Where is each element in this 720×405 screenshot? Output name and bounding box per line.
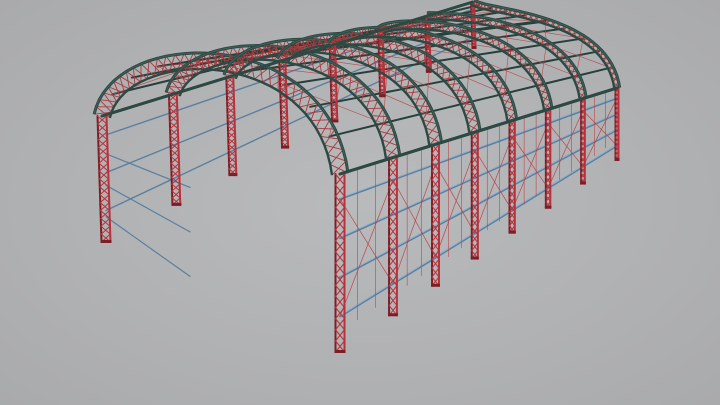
side-wall-rail <box>338 247 395 279</box>
far-wall-rail <box>175 120 234 145</box>
column-base-plate <box>431 283 440 287</box>
side-wall-rail-highlight <box>511 143 549 161</box>
far-wall-rail <box>105 110 178 136</box>
3d-viewport[interactable] <box>0 0 720 405</box>
side-wall-rail <box>338 282 395 318</box>
side-wall-rail-highlight <box>511 121 549 136</box>
column-truss <box>614 87 620 161</box>
column-truss <box>470 1 477 49</box>
wall-cross-brace <box>511 135 549 189</box>
arch-web <box>329 149 344 165</box>
side-wall-rail <box>434 148 476 166</box>
column-base-plate <box>544 205 552 209</box>
side-wall-rail <box>434 232 476 259</box>
wall-cross-brace <box>339 179 394 317</box>
side-wall-rail <box>473 184 514 207</box>
column-truss <box>96 115 112 243</box>
column-truss <box>334 173 346 353</box>
column-base-plate <box>171 202 182 206</box>
side-wall-rail-highlight <box>547 127 584 145</box>
roof-purlin <box>575 66 612 78</box>
side-wall-rail <box>391 256 437 285</box>
column-base-plate <box>379 94 386 98</box>
gable-rail <box>105 216 191 277</box>
side-wall-rail <box>546 146 585 168</box>
side-wall-rail-highlight <box>435 232 476 258</box>
far-wall-rail <box>175 149 234 178</box>
column-base-plate <box>508 230 516 234</box>
arch-web <box>370 115 389 118</box>
side-wall-rail <box>546 165 585 190</box>
column-base-plate <box>228 173 238 177</box>
wall-cross-brace <box>339 198 394 285</box>
side-wall-rail <box>473 209 514 235</box>
side-wall-rail-highlight <box>339 213 394 238</box>
side-wall-rail <box>391 194 437 216</box>
arch-web <box>315 127 336 130</box>
side-wall-rail-highlight <box>392 225 436 249</box>
side-wall-rail-highlight <box>435 148 476 164</box>
wall-cross-brace <box>547 122 584 167</box>
side-wall-rail <box>434 176 476 197</box>
column-truss <box>431 143 440 287</box>
column-base-plate <box>100 240 112 243</box>
side-wall-rail <box>473 135 514 151</box>
wall-cross-brace <box>474 149 513 211</box>
gable-rail <box>105 184 191 233</box>
column-base-plate <box>470 256 479 260</box>
column-base-plate <box>334 350 346 353</box>
side-wall-rail <box>546 128 585 146</box>
side-wall-rail-highlight <box>547 109 584 123</box>
column-base-plate <box>614 158 620 161</box>
side-wall-rail-highlight <box>511 186 549 210</box>
side-wall-rail-highlight <box>339 178 394 199</box>
column-truss <box>470 131 479 260</box>
column-truss <box>508 119 516 234</box>
side-wall-rail-highlight <box>392 162 436 180</box>
side-wall-rail-highlight <box>511 165 549 186</box>
wall-cross-brace <box>392 163 436 285</box>
far-wall-rail <box>232 125 286 152</box>
eave-beam <box>581 86 619 101</box>
far-wall-rail <box>232 99 286 122</box>
column-truss <box>388 156 398 317</box>
side-wall-rail <box>473 159 514 179</box>
eave-beam <box>546 97 585 111</box>
wall-cross-brace <box>435 149 476 258</box>
side-wall-rail <box>511 122 550 138</box>
side-wall-rail-highlight <box>474 135 513 150</box>
truss-hangar-model <box>92 0 622 353</box>
eave-beam <box>510 107 550 123</box>
far-wall-rail <box>175 90 234 112</box>
arch-web <box>383 135 396 150</box>
side-wall-rail-highlight <box>339 282 394 317</box>
column-base-plate <box>388 313 398 317</box>
side-wall-rail <box>511 165 550 187</box>
wall-cross-brace <box>474 135 513 234</box>
side-wall-rail <box>338 213 395 240</box>
column-truss <box>544 108 552 209</box>
arch-web <box>315 110 325 129</box>
side-wall-rail <box>391 163 437 181</box>
arch-web <box>447 83 462 86</box>
column-base-plate <box>471 46 477 49</box>
side-wall-rail-highlight <box>435 176 476 195</box>
side-wall-rail-highlight <box>392 256 436 284</box>
side-wall-rail-highlight <box>474 209 513 233</box>
arch-web <box>310 119 331 122</box>
column-truss <box>580 97 586 185</box>
side-wall-rail <box>338 178 395 201</box>
side-wall-rail-highlight <box>582 144 618 167</box>
side-wall-rail-highlight <box>339 247 394 277</box>
side-wall-rail-highlight <box>392 194 436 214</box>
column-base-plate <box>580 181 586 185</box>
side-wall-rail <box>511 143 550 163</box>
column-base-plate <box>281 145 290 149</box>
wall-cross-brace <box>511 122 549 211</box>
side-wall-rail-highlight <box>474 159 513 178</box>
side-wall-rail <box>511 186 550 212</box>
